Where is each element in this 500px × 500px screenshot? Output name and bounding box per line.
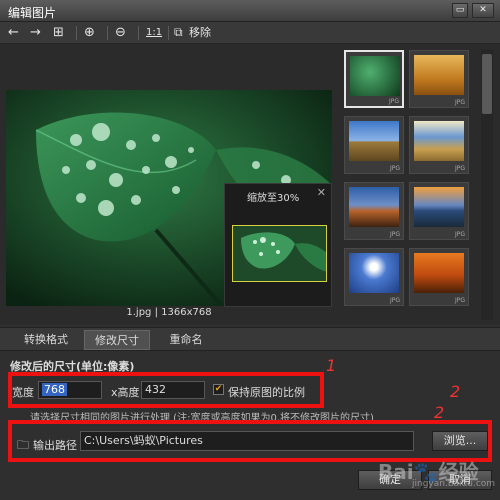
back-arrow-icon[interactable]: ← [8,25,19,40]
annotation-number-2: 2 [450,382,461,401]
thumbnail-item[interactable]: JPG [409,182,469,240]
toolbar-divider [107,26,108,40]
toolbar: ← → ⊞ ⊕ ⊖ 1:1 ⧉ 移除 [0,22,500,44]
window-title: 编辑图片 [8,6,57,20]
thumbnail-item[interactable]: JPG [409,116,469,174]
tab-resize[interactable]: 修改尺寸 [84,330,150,350]
watermark-url: jingyan.baidu.com [412,479,496,489]
restore-button[interactable]: ▭ [452,3,468,18]
tab-convert-format[interactable]: 转换格式 [14,330,78,350]
thumbnail-item[interactable]: JPG [344,116,404,174]
tab-bar: 转换格式 修改尺寸 重命名 [0,327,500,351]
remove-icon[interactable]: ⧉ [174,25,183,40]
toolbar-divider [138,26,139,40]
thumbnail-item[interactable]: JPG [344,50,404,108]
toolbar-divider [76,26,77,40]
zoom-out-icon[interactable]: ⊖ [115,25,126,40]
thumbnail-item[interactable]: JPG [409,50,469,108]
zoom-popup: 缩放至30% ✕ [224,183,332,307]
close-icon[interactable]: ✕ [317,186,326,199]
annotation-box-1 [8,372,324,408]
thumbnail-item[interactable]: JPG [344,248,404,306]
toolbar-divider [168,26,169,40]
remove-button[interactable]: 移除 [189,25,211,40]
close-button[interactable]: ✕ [472,3,494,18]
annotation-number-3: 2 [434,403,445,422]
tab-rename[interactable]: 重命名 [158,330,214,350]
zoom-level-label: 缩放至30% [247,193,300,204]
title-bar: 编辑图片 ▭ ✕ [0,0,500,22]
image-caption: 1.jpg | 1366x768 [126,307,212,318]
thumbnail-item[interactable]: JPG [409,248,469,306]
forward-arrow-icon[interactable]: → [30,25,41,40]
thumbnail-strip: JPG JPG JPG JPG JPG JPG JPG JPG [339,50,479,320]
annotation-number-1: 1 [326,356,337,375]
thumbnail-item[interactable]: JPG [344,182,404,240]
actual-size-button[interactable]: 1:1 [146,25,162,40]
add-image-icon[interactable]: ⊞ [53,25,64,40]
zoom-in-icon[interactable]: ⊕ [84,25,95,40]
zoom-navigator[interactable] [232,225,327,282]
thumbnail-scrollbar[interactable] [481,50,493,320]
scrollbar-thumb[interactable] [482,54,492,114]
